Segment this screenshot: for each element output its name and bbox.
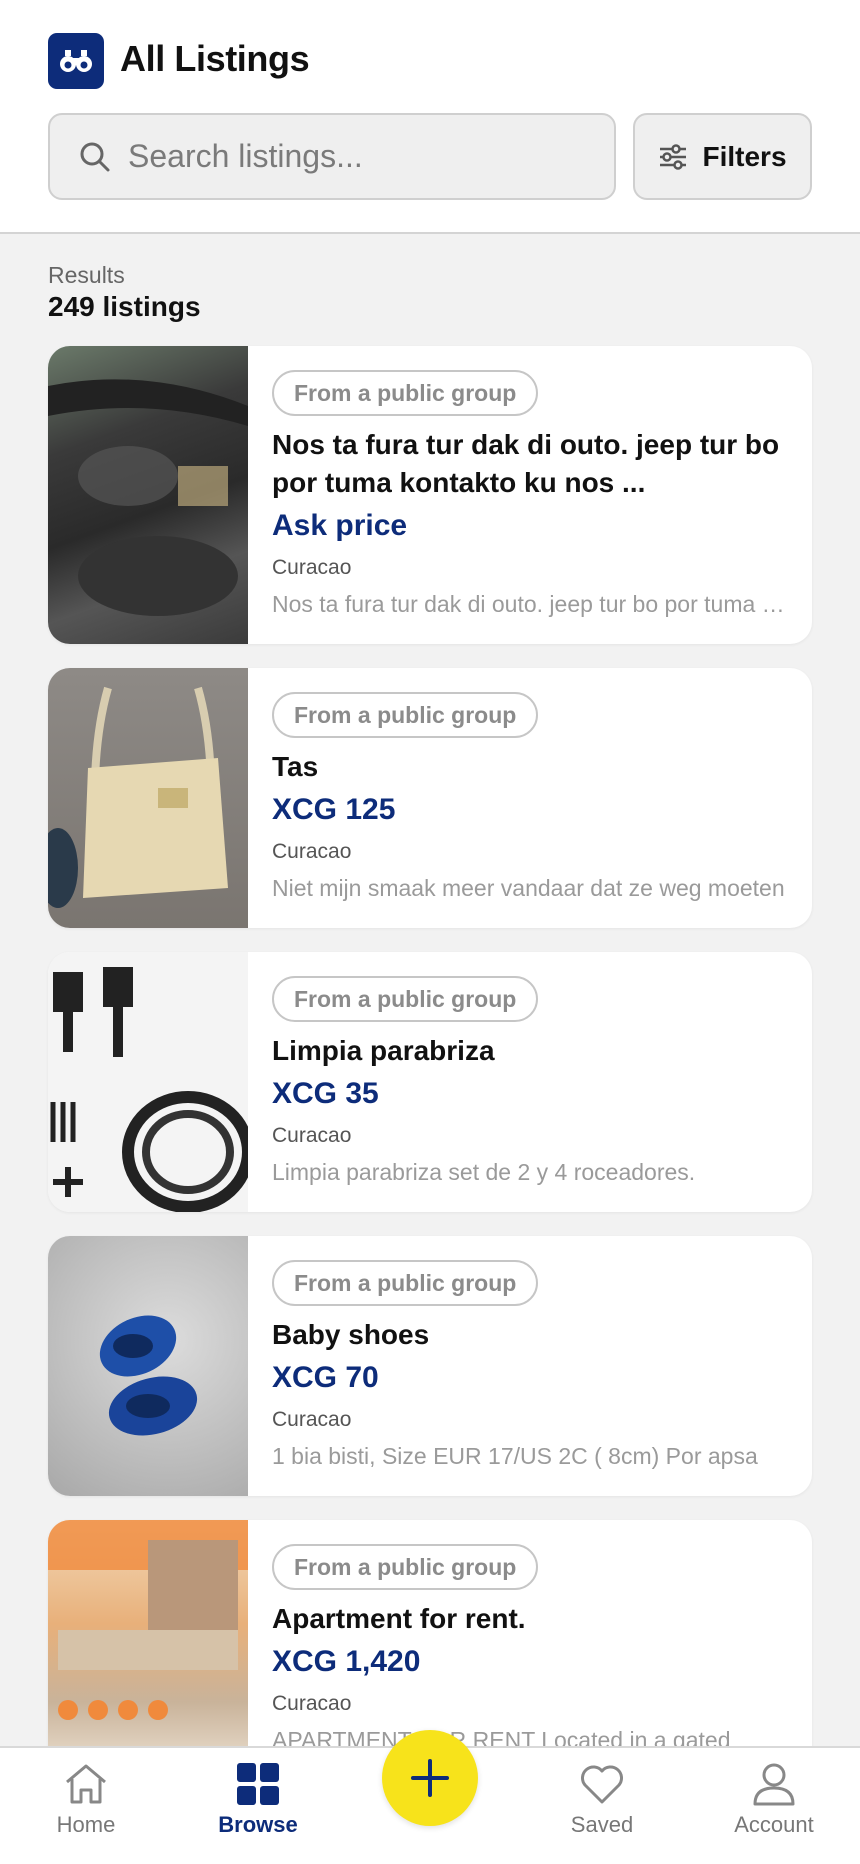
listing-title: Tas <box>272 751 319 782</box>
sliders-icon <box>658 143 688 170</box>
search-input[interactable] <box>128 138 598 175</box>
listing-title: Apartment for rent. <box>272 1603 526 1634</box>
listing-location: Curacao <box>272 1124 352 1147</box>
add-listing-button[interactable] <box>382 1730 478 1826</box>
listing-description: Niet mijn smaak meer vandaar dat ze weg … <box>272 875 785 901</box>
listing-card[interactable]: From a public group Nos ta fura tur dak … <box>48 346 812 644</box>
listing-price: XCG 125 <box>272 793 396 826</box>
nav-saved[interactable]: Saved <box>532 1762 672 1838</box>
listing-title: Limpia parabriza <box>272 1035 495 1066</box>
top-header: All Listings Filte <box>0 0 860 234</box>
filters-label: Filters <box>702 140 787 172</box>
home-icon <box>62 1762 110 1806</box>
listing-price: XCG 35 <box>272 1077 379 1110</box>
search-bar[interactable] <box>48 113 616 200</box>
listing-description: Limpia parabriza set de 2 y 4 roceadores… <box>272 1159 696 1185</box>
nav-browse[interactable]: Browse <box>188 1762 328 1838</box>
nav-browse-label: Browse <box>218 1812 298 1837</box>
nav-account[interactable]: Account <box>704 1762 844 1838</box>
nav-account-label: Account <box>734 1812 814 1837</box>
app-screen: All Listings Filte <box>0 0 860 1864</box>
listing-location: Curacao <box>272 840 352 863</box>
nav-saved-label: Saved <box>570 1812 634 1837</box>
plus-icon <box>410 1758 450 1798</box>
nav-home-label: Home <box>56 1812 116 1837</box>
binoculars-icon <box>48 33 104 89</box>
results-count: 249 listings <box>48 291 201 322</box>
listing-image <box>48 1520 248 1780</box>
listing-card[interactable]: From a public group Tas XCG 125 Curacao … <box>48 668 812 928</box>
listing-card[interactable]: From a public group Baby shoes XCG 70 Cu… <box>48 1236 812 1496</box>
search-icon <box>78 140 112 174</box>
listing-description: Nos ta fura tur dak di outo. jeep tur bo… <box>272 591 786 617</box>
listing-location: Curacao <box>272 556 352 579</box>
page-title: All Listings <box>120 38 310 79</box>
listing-title: Nos ta fura tur dak di outo. jeep tur bo… <box>272 429 780 498</box>
listing-price: XCG 1,420 <box>272 1645 421 1678</box>
listing-image <box>48 952 248 1212</box>
results-label: Results <box>48 262 125 288</box>
group-badge: From a public group <box>272 370 539 416</box>
person-icon <box>751 1762 797 1806</box>
filters-button[interactable]: Filters <box>633 113 812 200</box>
heart-icon <box>579 1762 625 1806</box>
listing-location: Curacao <box>272 1692 352 1715</box>
group-badge: From a public group <box>272 1544 539 1590</box>
listing-image <box>48 346 248 644</box>
listing-image <box>48 668 248 928</box>
listing-price: Ask price <box>272 509 408 542</box>
listing-price: XCG 70 <box>272 1361 379 1394</box>
listing-card[interactable]: From a public group Limpia parabriza XCG… <box>48 952 812 1212</box>
group-badge: From a public group <box>272 1260 539 1306</box>
listing-image <box>48 1236 248 1496</box>
nav-home[interactable]: Home <box>16 1762 156 1838</box>
group-badge: From a public group <box>272 976 539 1022</box>
grid-icon <box>235 1762 281 1806</box>
listing-title: Baby shoes <box>272 1319 430 1350</box>
listing-description: 1 bia bisti, Size EUR 17/US 2C ( 8cm) Po… <box>272 1443 758 1469</box>
group-badge: From a public group <box>272 692 539 738</box>
listing-location: Curacao <box>272 1408 352 1431</box>
